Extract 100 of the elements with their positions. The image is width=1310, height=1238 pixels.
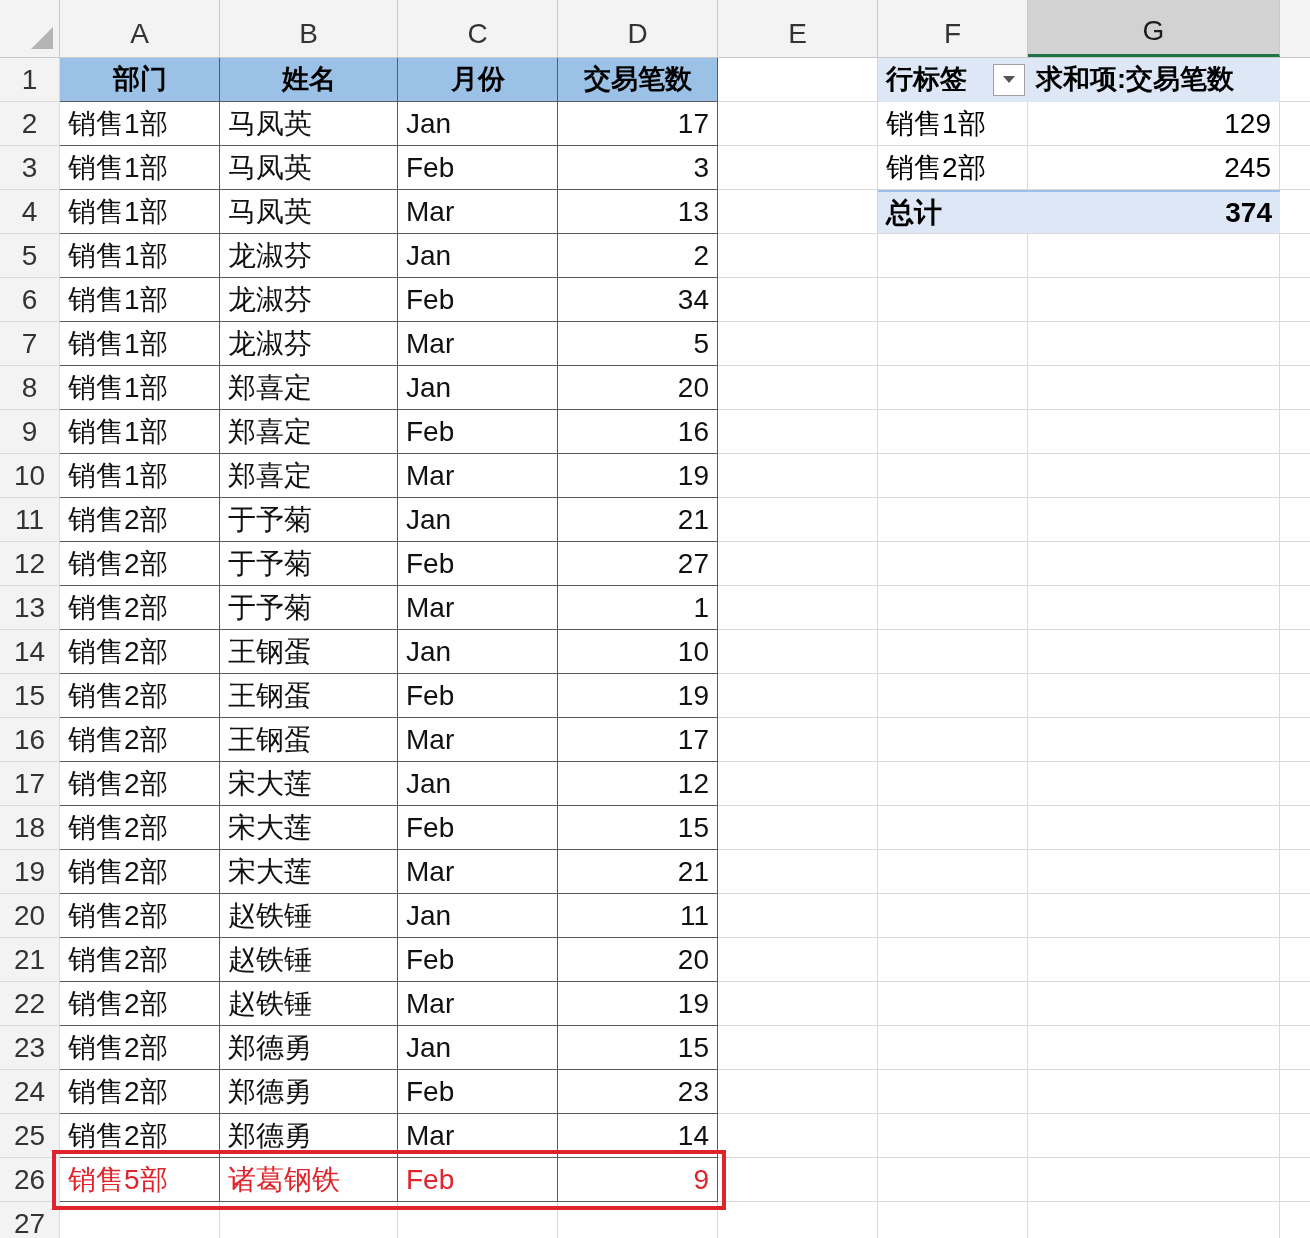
row-header[interactable]: 25 bbox=[0, 1114, 60, 1158]
table-cell: 销售2部 bbox=[60, 542, 220, 586]
row-header[interactable]: 26 bbox=[0, 1158, 60, 1202]
table-cell: 19 bbox=[558, 674, 718, 718]
table-cell: 3 bbox=[558, 146, 718, 190]
table-cell: 销售1部 bbox=[60, 366, 220, 410]
table-cell: 销售2部 bbox=[60, 630, 220, 674]
table-cell: 23 bbox=[558, 1070, 718, 1114]
table-cell: Jan bbox=[398, 630, 558, 674]
table-cell: Feb bbox=[398, 1158, 558, 1202]
table-cell: 9 bbox=[558, 1158, 718, 1202]
column-header[interactable]: G bbox=[1028, 0, 1280, 57]
table-cell: 赵铁锤 bbox=[220, 938, 398, 982]
table-cell: 27 bbox=[558, 542, 718, 586]
table-cell: 5 bbox=[558, 322, 718, 366]
row-header[interactable]: 23 bbox=[0, 1026, 60, 1070]
pivot-value: 374 bbox=[1028, 190, 1280, 234]
table-cell: 郑德勇 bbox=[220, 1026, 398, 1070]
row-header[interactable]: 2 bbox=[0, 102, 60, 146]
row-header[interactable]: 6 bbox=[0, 278, 60, 322]
table-cell: 宋大莲 bbox=[220, 806, 398, 850]
column-title: 部门 bbox=[60, 58, 220, 102]
row-header[interactable]: 4 bbox=[0, 190, 60, 234]
row-header[interactable]: 3 bbox=[0, 146, 60, 190]
row-header[interactable]: 9 bbox=[0, 410, 60, 454]
row-header[interactable]: 11 bbox=[0, 498, 60, 542]
table-cell: 王钢蛋 bbox=[220, 718, 398, 762]
table-cell: 20 bbox=[558, 366, 718, 410]
table-cell: 销售1部 bbox=[60, 146, 220, 190]
row-header[interactable]: 10 bbox=[0, 454, 60, 498]
table-cell: 郑喜定 bbox=[220, 410, 398, 454]
row-header[interactable]: 1 bbox=[0, 58, 60, 102]
table-cell: Feb bbox=[398, 542, 558, 586]
table-cell: 于予菊 bbox=[220, 498, 398, 542]
row-header[interactable]: 5 bbox=[0, 234, 60, 278]
column-header[interactable]: B bbox=[220, 0, 398, 57]
table-cell: Jan bbox=[398, 762, 558, 806]
table-cell: 销售5部 bbox=[60, 1158, 220, 1202]
table-cell: Feb bbox=[398, 146, 558, 190]
row-header[interactable]: 27 bbox=[0, 1202, 60, 1238]
table-cell: 销售2部 bbox=[60, 762, 220, 806]
table-cell: Mar bbox=[398, 1114, 558, 1158]
table-cell: Mar bbox=[398, 586, 558, 630]
table-cell: 龙淑芬 bbox=[220, 278, 398, 322]
table-cell: 龙淑芬 bbox=[220, 234, 398, 278]
column-title: 姓名 bbox=[220, 58, 398, 102]
table-cell: 11 bbox=[558, 894, 718, 938]
row-header[interactable]: 17 bbox=[0, 762, 60, 806]
row-header[interactable]: 8 bbox=[0, 366, 60, 410]
column-header[interactable]: C bbox=[398, 0, 558, 57]
row-header[interactable]: 20 bbox=[0, 894, 60, 938]
row-header[interactable]: 24 bbox=[0, 1070, 60, 1114]
pivot-row-label: 行标签 bbox=[886, 63, 967, 97]
table-cell: 马凤英 bbox=[220, 102, 398, 146]
column-title: 月份 bbox=[398, 58, 558, 102]
column-header[interactable]: A bbox=[60, 0, 220, 57]
table-cell: 12 bbox=[558, 762, 718, 806]
row-header[interactable]: 15 bbox=[0, 674, 60, 718]
column-header[interactable]: E bbox=[718, 0, 878, 57]
table-cell: Feb bbox=[398, 674, 558, 718]
row-header[interactable]: 19 bbox=[0, 850, 60, 894]
pivot-value-label: 求和项:交易笔数 bbox=[1028, 58, 1280, 102]
table-cell: 销售1部 bbox=[60, 102, 220, 146]
table-cell: 17 bbox=[558, 102, 718, 146]
row-header[interactable]: 22 bbox=[0, 982, 60, 1026]
table-cell: 王钢蛋 bbox=[220, 674, 398, 718]
row-header[interactable]: 21 bbox=[0, 938, 60, 982]
table-cell: 于予菊 bbox=[220, 542, 398, 586]
table-cell: 21 bbox=[558, 850, 718, 894]
table-cell: Feb bbox=[398, 938, 558, 982]
table-cell: 34 bbox=[558, 278, 718, 322]
table-cell: 赵铁锤 bbox=[220, 894, 398, 938]
column-header[interactable]: D bbox=[558, 0, 718, 57]
row-header[interactable]: 7 bbox=[0, 322, 60, 366]
row-header[interactable]: 13 bbox=[0, 586, 60, 630]
table-cell: 销售1部 bbox=[60, 190, 220, 234]
table-cell: 销售2部 bbox=[60, 938, 220, 982]
table-cell: 14 bbox=[558, 1114, 718, 1158]
table-cell: 销售2部 bbox=[60, 586, 220, 630]
table-cell: 15 bbox=[558, 806, 718, 850]
table-cell: 诸葛钢铁 bbox=[220, 1158, 398, 1202]
table-cell: 郑德勇 bbox=[220, 1070, 398, 1114]
table-cell: 销售2部 bbox=[60, 1070, 220, 1114]
table-cell: 10 bbox=[558, 630, 718, 674]
table-cell: 销售1部 bbox=[60, 410, 220, 454]
row-header[interactable]: 18 bbox=[0, 806, 60, 850]
table-cell: 宋大莲 bbox=[220, 850, 398, 894]
table-cell: Mar bbox=[398, 322, 558, 366]
row-header[interactable]: 12 bbox=[0, 542, 60, 586]
table-cell: 销售2部 bbox=[60, 806, 220, 850]
table-cell: 1 bbox=[558, 586, 718, 630]
table-cell: 郑喜定 bbox=[220, 366, 398, 410]
caret-icon bbox=[1003, 75, 1015, 84]
table-cell: 15 bbox=[558, 1026, 718, 1070]
row-header[interactable]: 14 bbox=[0, 630, 60, 674]
column-title: 交易笔数 bbox=[558, 58, 718, 102]
table-cell: 马凤英 bbox=[220, 190, 398, 234]
filter-dropdown-button[interactable] bbox=[993, 63, 1025, 96]
row-header[interactable]: 16 bbox=[0, 718, 60, 762]
table-cell: 销售2部 bbox=[60, 718, 220, 762]
